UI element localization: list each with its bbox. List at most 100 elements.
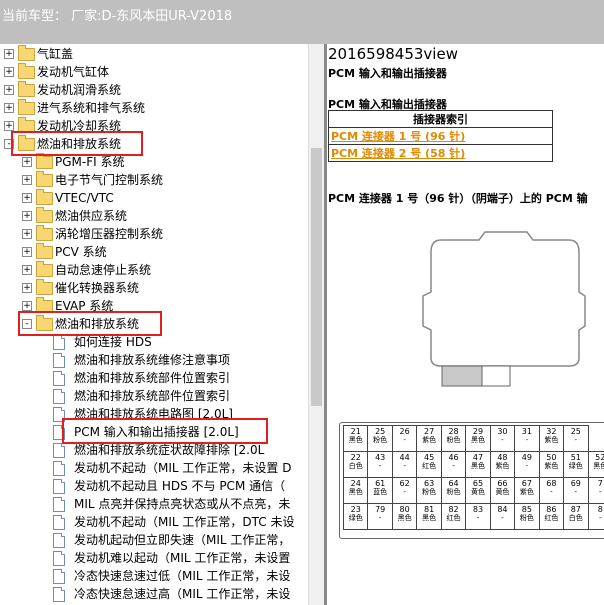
tree-item[interactable]: + 气缸盖 bbox=[0, 45, 308, 63]
tree-item-label: 发动机起动但立即失速（MIL 工作正常， bbox=[74, 533, 291, 547]
tree-item[interactable]: + 发动机润滑系统 bbox=[0, 81, 308, 99]
folder-icon bbox=[36, 279, 53, 295]
tree-item[interactable]: 燃油和排放系统维修注意事项 bbox=[0, 351, 308, 369]
pin-cell: 25 粉色 bbox=[367, 425, 393, 452]
tree-item[interactable]: + 涡轮增压器控制系统 bbox=[0, 225, 308, 243]
pin-wire-color: 紫色 bbox=[495, 462, 510, 470]
tree-item-label: 燃油和排放系统部件位置索引 bbox=[74, 371, 231, 385]
tree-item-label: 发动机不起动（MIL 工作正常，未设置 D bbox=[74, 461, 292, 475]
connector-1-link[interactable]: PCM 连接器 1 号 (96 针) bbox=[331, 130, 465, 143]
tree-item[interactable]: + 发动机气缸体 bbox=[0, 63, 308, 81]
tree-scrollbar[interactable] bbox=[308, 44, 325, 605]
pin-number: 67 bbox=[521, 479, 532, 488]
pin-wire-color: - bbox=[452, 462, 455, 470]
tree-item[interactable]: + 电子节气门控制系统 bbox=[0, 171, 308, 189]
pin-cell: 29 黑色 bbox=[465, 425, 491, 452]
expand-icon[interactable]: + bbox=[22, 247, 32, 257]
expand-icon[interactable]: + bbox=[4, 103, 14, 113]
pin-wire-color: 粉色 bbox=[446, 488, 461, 496]
tree-item-label: 发动机润滑系统 bbox=[37, 83, 122, 97]
pin-wire-color: 紫色 bbox=[519, 488, 534, 496]
pin-wire-color: 蓝色 bbox=[373, 488, 388, 496]
expand-icon[interactable]: + bbox=[4, 67, 14, 77]
tree-item[interactable]: 发动机不起动（MIL 工作正常，DTC 未设 bbox=[0, 513, 308, 531]
tree-item[interactable]: + 进气系统和排气系统 bbox=[0, 99, 308, 117]
document-icon bbox=[53, 497, 65, 512]
pin-wire-color: - bbox=[501, 514, 504, 522]
document-icon bbox=[53, 515, 65, 530]
pin-wire-color: 红色 bbox=[422, 462, 437, 470]
pin-wire-color: 黑色 bbox=[422, 514, 437, 522]
tree-item[interactable]: 发动机难以起动（MIL 工作正常，未设置 bbox=[0, 549, 308, 567]
tree-item-label: 燃油和排放系统维修注意事项 bbox=[74, 353, 231, 367]
pin-wire-color: 黑色 bbox=[348, 488, 363, 496]
connector-2-link[interactable]: PCM 连接器 2 号 (58 针) bbox=[331, 147, 465, 160]
expand-icon[interactable]: + bbox=[22, 193, 32, 203]
tree-item-label: 发动机不起动（MIL 工作正常，DTC 未设 bbox=[74, 515, 295, 529]
tree-item[interactable]: + PCV 系统 bbox=[0, 243, 308, 261]
pin-wire-color: 粉色 bbox=[446, 436, 461, 444]
expand-icon[interactable]: + bbox=[4, 121, 14, 131]
pin-cell: 81 黑色 bbox=[416, 503, 442, 530]
pin-wire-color: 红色 bbox=[446, 514, 461, 522]
expand-icon[interactable]: + bbox=[22, 175, 32, 185]
pin-cell: 86 红色 bbox=[538, 503, 565, 530]
connector-section-title: PCM 连接器 1 号（96 针）（阴端子）上的 PCM 输 bbox=[328, 192, 588, 205]
expand-icon[interactable]: + bbox=[4, 49, 14, 59]
tree-item[interactable]: 燃油和排放系统部件位置索引 bbox=[0, 387, 308, 405]
tree-item-label: 电子节气门控制系统 bbox=[55, 173, 164, 187]
pin-number: 61 bbox=[375, 479, 386, 488]
tree-item-label: 催化转换器系统 bbox=[55, 281, 140, 295]
pin-cell: 23 绿色 bbox=[342, 503, 369, 530]
pin-number: 29 bbox=[472, 427, 484, 436]
tree-item[interactable]: + VTEC/VTC bbox=[0, 189, 308, 207]
document-heading: PCM 输入和输出插接器 bbox=[328, 67, 447, 80]
tree-item[interactable]: 发动机不起动且 HDS 不与 PCM 通信（ bbox=[0, 477, 308, 495]
tree-item[interactable]: + 燃油供应系统 bbox=[0, 207, 308, 225]
scrollbar-thumb[interactable] bbox=[311, 148, 322, 406]
tree-item[interactable]: 冷态快速怠速过低（MIL 工作正常，未设 bbox=[0, 567, 308, 585]
pin-number: 8 bbox=[597, 505, 603, 514]
expand-icon[interactable]: + bbox=[22, 157, 32, 167]
tree-item[interactable]: 冷态快速怠速过高（MIL 工作正常，未设 bbox=[0, 585, 308, 603]
pin-cell: 83- bbox=[465, 503, 491, 530]
tree-item[interactable]: 燃油和排放系统部件位置索引 bbox=[0, 369, 308, 387]
pin-number: 79 bbox=[375, 505, 386, 514]
pin-cell: 87 白色 bbox=[563, 503, 589, 530]
pin-number: 80 bbox=[399, 505, 410, 514]
expand-icon[interactable]: + bbox=[22, 301, 32, 311]
pin-cell: 79- bbox=[367, 503, 393, 530]
expand-icon[interactable]: + bbox=[22, 283, 32, 293]
pin-number: 66 bbox=[497, 479, 508, 488]
expand-icon[interactable]: + bbox=[22, 265, 32, 275]
pin-wire-color: - bbox=[525, 462, 529, 470]
expand-icon[interactable]: + bbox=[22, 211, 32, 221]
pin-cell: 67 紫色 bbox=[514, 477, 540, 504]
tree-item[interactable]: 发动机不起动（MIL 工作正常，未设置 D bbox=[0, 459, 308, 477]
pin-wire-color: - bbox=[403, 436, 406, 444]
expand-icon[interactable]: + bbox=[4, 85, 14, 95]
pin-number: 21 bbox=[350, 427, 361, 436]
pin-cell: 32 紫色 bbox=[538, 425, 565, 452]
tree-item[interactable]: MIL 点亮并保持点亮状态或从不点亮，未 bbox=[0, 495, 308, 513]
pin-wire-color: - bbox=[525, 436, 529, 444]
pin-cell: 31- bbox=[514, 425, 540, 452]
pin-wire-color: - bbox=[574, 488, 578, 496]
pin-number: 87 bbox=[570, 505, 581, 514]
pin-cell: 51 绿色 bbox=[563, 451, 589, 478]
tree-item[interactable]: + 自动怠速停止系统 bbox=[0, 261, 308, 279]
folder-icon bbox=[36, 153, 53, 169]
tree-item[interactable]: 发动机起动但立即失速（MIL 工作正常， bbox=[0, 531, 308, 549]
pin-cell: 63 粉色 bbox=[416, 477, 442, 504]
pin-number: 86 bbox=[546, 505, 557, 514]
pin-number: 7 bbox=[597, 479, 603, 488]
pin-cell: 26- bbox=[391, 425, 418, 452]
pin-number: 68 bbox=[546, 479, 557, 488]
pin-layout-table: 21 黑色 25 粉色 26-27 紫色 28 粉色 29 黑色 30-31-32 紫色 25-22 白色… bbox=[342, 425, 604, 530]
expand-icon[interactable]: + bbox=[22, 229, 32, 239]
pin-number: 43 bbox=[375, 453, 386, 462]
pin-cell: 49- bbox=[514, 451, 540, 478]
pin-number: 50 bbox=[546, 453, 557, 462]
tree-item[interactable]: + 催化转换器系统 bbox=[0, 279, 308, 297]
pin-cell: 22 白色 bbox=[342, 451, 369, 478]
